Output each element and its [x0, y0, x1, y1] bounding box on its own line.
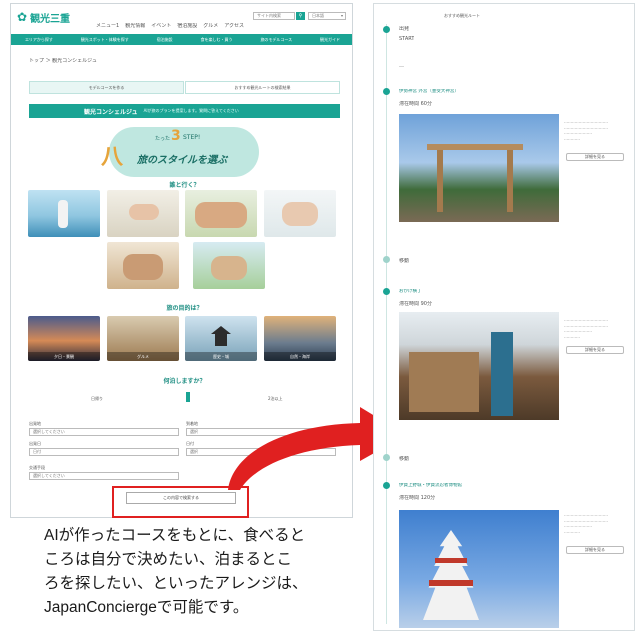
companion-option-seniors[interactable]: [107, 242, 179, 289]
form-label-date: 出発日: [29, 441, 41, 446]
purpose-option-gourmet[interactable]: グルメ: [107, 316, 179, 361]
stop-description: ………………………………………………………………………………………: [564, 119, 608, 141]
caption-line: AIが作ったコースをもとに、食べると: [44, 527, 306, 544]
transfer-dot: [383, 256, 390, 263]
tab-create[interactable]: モデルコースを作る: [29, 81, 184, 94]
main-nav-item[interactable]: 観光スポット・体験を探す: [81, 37, 129, 43]
departure-select[interactable]: 選択してください: [29, 428, 179, 436]
breadcrumb[interactable]: トップ ＞ 観光コンシェルジュ: [29, 58, 97, 64]
question-nights: 何泊しますか？: [163, 378, 206, 385]
stop-photo-shop[interactable]: [399, 312, 559, 420]
companion-option-friends[interactable]: [264, 190, 336, 237]
hero-main-text: 旅のスタイルを選ぶ: [137, 155, 227, 166]
top-nav-item[interactable]: メニュー1: [96, 23, 119, 29]
site-logo[interactable]: ✿ 観光三重: [17, 9, 70, 25]
caption-line: ろを探したい、といったアレンジは、: [44, 575, 308, 592]
search-icon: ⚲: [298, 13, 303, 19]
banner-title: 観光コンシェルジュ: [84, 108, 138, 116]
main-nav-item[interactable]: 観光ガイド: [320, 37, 340, 43]
companion-option-family[interactable]: [185, 190, 257, 237]
main-nav-item[interactable]: 食を楽しむ・買う: [201, 37, 233, 43]
start-label: 出発: [399, 26, 410, 32]
caption-line: JapanConciergeで可能です。: [44, 599, 249, 616]
companion-option-group[interactable]: [193, 242, 265, 289]
flower-logo-icon: ✿: [17, 10, 28, 24]
start-note: ―: [399, 64, 404, 70]
caption: AIが作ったコースをもとに、食べると ころは自分で決めたい、泊まるとこ ろを探し…: [44, 524, 354, 620]
stop-photo-shrine[interactable]: [399, 114, 559, 222]
caption-line: ころは自分で決めたい、泊まるとこ: [44, 551, 293, 568]
date-field[interactable]: 日付: [29, 448, 179, 456]
stop-title[interactable]: 伊勢神宮 外宮（豊受大神宮）: [399, 89, 459, 95]
search-input[interactable]: サイト内検索: [253, 12, 295, 20]
companion-option-couple[interactable]: [107, 190, 179, 237]
question-who: 誰と行く？: [169, 182, 200, 189]
top-nav-item[interactable]: グルメ: [203, 23, 218, 29]
detail-button[interactable]: 詳細を見る: [566, 346, 624, 354]
purpose-caption: グルメ: [107, 352, 179, 361]
question-purpose: 旅の目的は？: [166, 305, 203, 312]
stop-sub: 滞在時間 60分: [399, 101, 432, 107]
purpose-caption: 夕日・景観: [28, 352, 100, 361]
top-nav-item[interactable]: イベント: [151, 23, 171, 29]
transfer-label: 移動: [399, 258, 410, 264]
stop-sub: 滞在時間 90分: [399, 301, 432, 307]
stop-dot: [383, 88, 390, 95]
search-button[interactable]: ⚲: [296, 12, 305, 20]
main-nav-item[interactable]: 宿泊施設: [157, 37, 173, 43]
start-dot: [383, 26, 390, 33]
tab-results[interactable]: おすすめ観光ルートの検索結果: [185, 81, 340, 94]
form-label-day: 日付: [186, 441, 194, 446]
stop-title[interactable]: 伊賀上野城・伊賀流忍者博物館: [399, 483, 462, 489]
main-nav-item[interactable]: エリアから探す: [25, 37, 53, 43]
top-nav-item[interactable]: アクセス: [224, 23, 244, 29]
purpose-caption: 歴史・城: [185, 352, 257, 361]
stop-photo-castle[interactable]: [399, 510, 559, 628]
stop-sub: 滞在時間 120分: [399, 495, 436, 501]
hero-step-text: STEP!: [183, 134, 201, 141]
main-nav-bar: エリアから探す 観光スポット・体験を探す 宿泊施設 食を楽しむ・買う 旅のモデル…: [11, 34, 352, 45]
banner-subtitle: AIが旅のプランを提案します。質問に答えてください: [143, 108, 239, 113]
hero-number: 3: [171, 128, 181, 144]
hero-cloud: たった 3 STEP! 旅のスタイルを選ぶ: [109, 127, 259, 177]
transfer-dot: [383, 454, 390, 461]
start-sub: START: [399, 36, 415, 42]
purpose-caption: 自然・海岸: [264, 352, 336, 361]
stop-dot: [383, 288, 390, 295]
stay-option-day[interactable]: 日帰り: [91, 396, 103, 402]
chevron-down-icon: ▾: [340, 13, 343, 18]
timeline-line: [386, 24, 387, 624]
hero-small-text: たった: [155, 136, 171, 142]
detail-button[interactable]: 詳細を見る: [566, 546, 624, 554]
language-select[interactable]: 日本語 ▾: [308, 12, 346, 20]
transfer-label: 移動: [399, 456, 410, 462]
purpose-option-castle[interactable]: 歴史・城: [185, 316, 257, 361]
form-label-transport: 交通手段: [29, 465, 45, 470]
top-nav-item[interactable]: 宿泊施設: [177, 23, 197, 29]
main-nav-item[interactable]: 旅のモデルコース: [260, 37, 292, 43]
right-screenshot: おすすめ観光ルート 出発 START ― 伊勢神宮 外宮（豊受大神宮） 滞在時間…: [373, 3, 635, 631]
hero-accent-mark: 八: [101, 145, 124, 170]
logo-text: 観光三重: [30, 13, 71, 25]
stop-dot: [383, 482, 390, 489]
stop-description: ………………………………………………………………………………………: [564, 512, 608, 534]
detail-button[interactable]: 詳細を見る: [566, 153, 624, 161]
form-label-departure: 出発地: [29, 421, 41, 426]
purpose-option-sunset[interactable]: 夕日・景観: [28, 316, 100, 361]
purpose-option-coast[interactable]: 自然・海岸: [264, 316, 336, 361]
top-nav-item[interactable]: 観光情報: [125, 23, 145, 29]
stay-slider-handle[interactable]: [186, 392, 190, 402]
companion-option-solo[interactable]: [28, 190, 100, 237]
transport-select[interactable]: 選択してください: [29, 472, 179, 480]
top-nav: メニュー1 観光情報 イベント 宿泊施設 グルメ アクセス: [96, 23, 244, 29]
stop-title[interactable]: おかげ横丁: [399, 289, 422, 295]
concierge-banner: 観光コンシェルジュ AIが旅のプランを提案します。質問に答えてください: [29, 104, 340, 118]
route-header: おすすめ観光ルート: [444, 13, 480, 18]
form-label-arrival: 到着地: [186, 421, 198, 426]
